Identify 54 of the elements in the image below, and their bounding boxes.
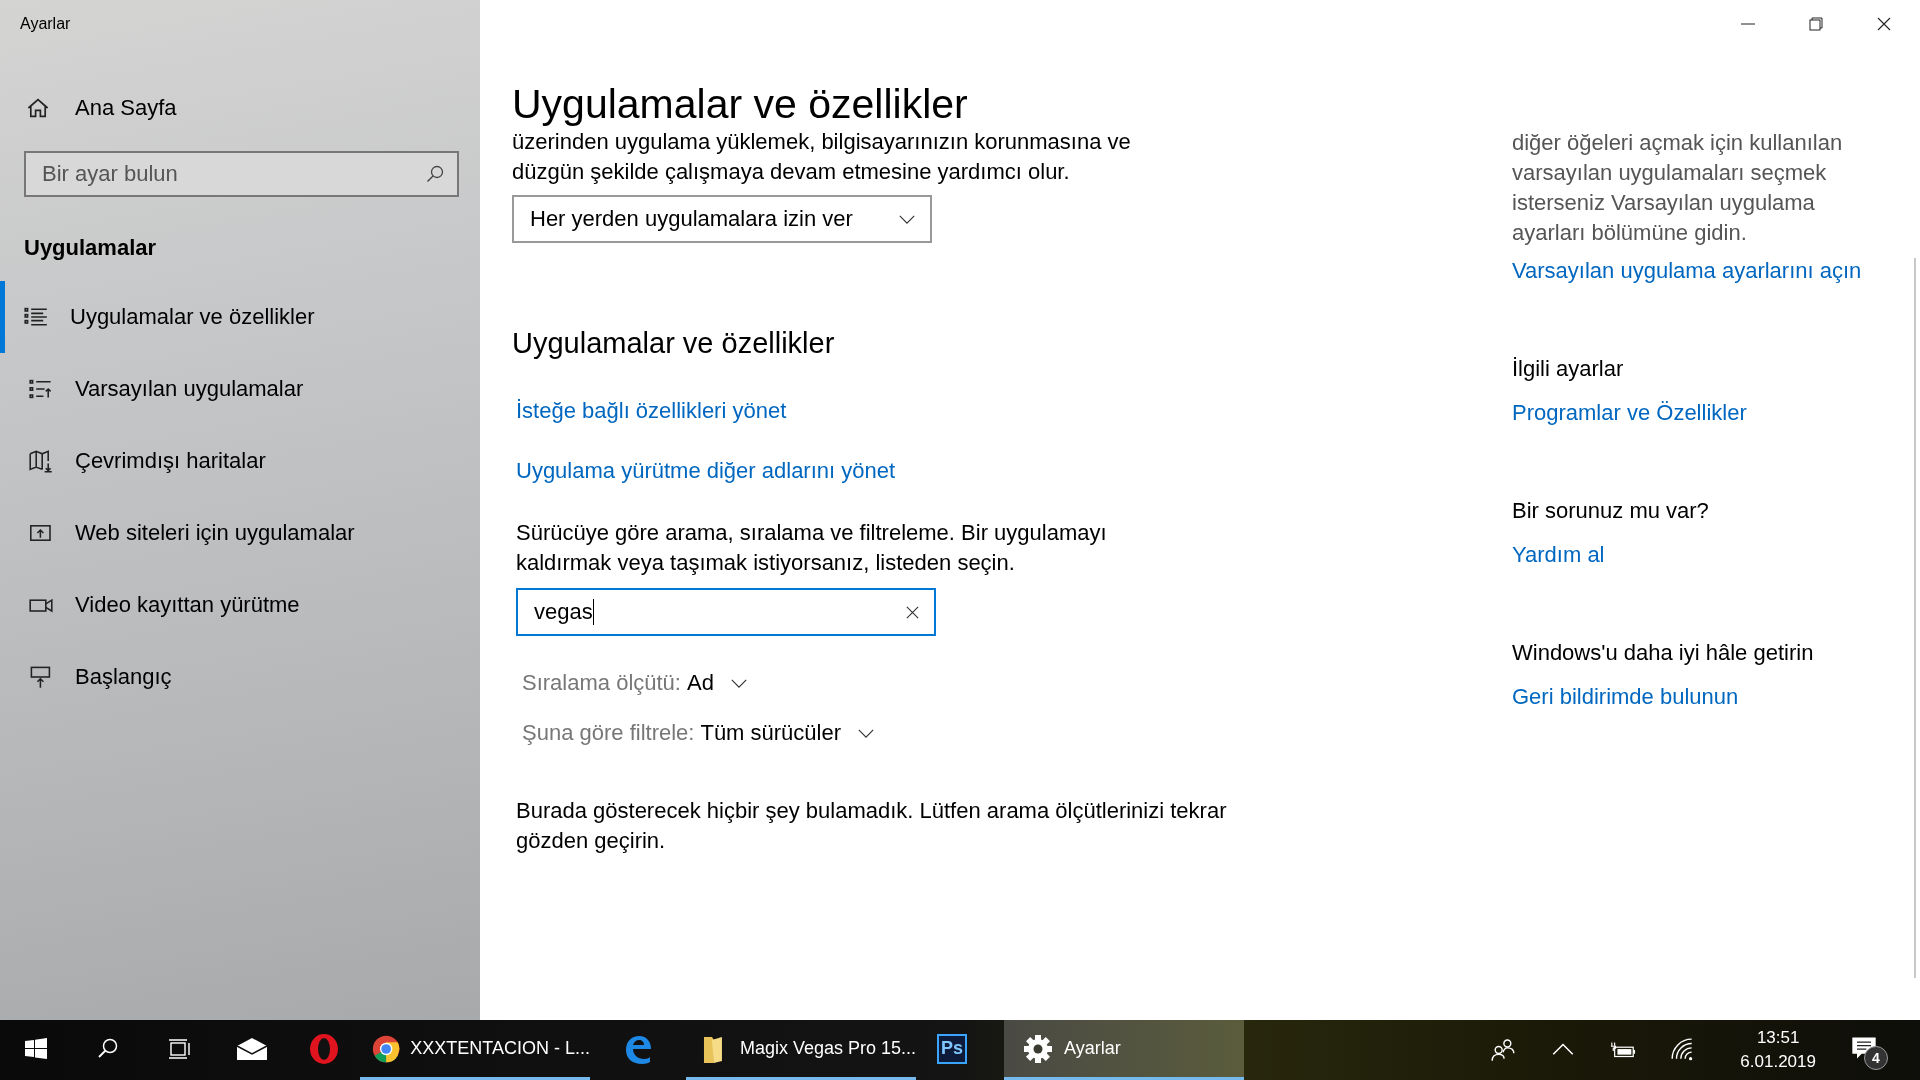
gear-icon	[1022, 1032, 1054, 1065]
task-view-icon	[168, 1036, 192, 1061]
clock-date[interactable]: 6.01.2019	[1740, 1052, 1816, 1072]
link[interactable]: Uygulama yürütme diğer adlarını yönet	[516, 458, 896, 485]
sidebar-item[interactable]: Çevrimdışı haritalar	[0, 425, 480, 497]
clear-icon[interactable]	[905, 604, 920, 620]
home-icon[interactable]	[26, 96, 50, 120]
people-icon[interactable]	[1490, 1037, 1517, 1063]
map-icon	[29, 449, 53, 473]
search-field[interactable]: vegas	[516, 588, 936, 637]
chevron-down-icon	[898, 213, 916, 225]
group-heading: İlgili ayarlar	[1512, 356, 1624, 382]
sidebar-item[interactable]: Video kayıttan yürütme	[0, 569, 480, 641]
windows-icon	[24, 1036, 48, 1061]
link[interactable]: Varsayılan uygulama ayarlarını açın	[1512, 258, 1862, 284]
group-heading: Windows'u daha iyi hâle getirin	[1512, 640, 1814, 666]
home-link[interactable]: Ana Sayfa	[75, 95, 177, 121]
link[interactable]: İsteğe bağlı özellikleri yönet	[516, 398, 787, 425]
group-heading: Bir sorunuz mu var?	[1512, 498, 1709, 524]
chevron-down-icon	[857, 727, 876, 739]
list-icon	[24, 305, 48, 329]
sidebar-item[interactable]: Web siteleri için uygulamalar	[0, 497, 480, 569]
clock-time[interactable]: 13:51	[1756, 1028, 1800, 1048]
info-text: diğer öğeleri açmak için kullanılan varsayılan uygulamaları seçmek isterseniz Varsayılan uygulama ayarları bölümüne gidin.	[1512, 129, 1844, 247]
list-arrow-icon	[29, 377, 53, 401]
text-cursor	[592, 599, 594, 626]
taskbar-button[interactable]: Ayarlar	[1004, 1020, 1244, 1080]
search-field[interactable]: Bir ayar bulun	[24, 151, 459, 197]
sort-dropdown[interactable]: Sıralama ölçütü: Ad	[512, 670, 748, 697]
chevron-down-icon	[729, 677, 748, 689]
description-text: Sürücüye göre arama, sıralama ve filtreleme. Bir uygulamayı kaldırmak veya taşımak istiyorsanız, listeden seçin.	[516, 519, 1108, 578]
sidebar-item[interactable]: Varsayılan uygulamalar	[0, 353, 480, 425]
monitor-arrow-icon	[29, 665, 53, 689]
sidebar-item[interactable]: Başlangıç	[0, 641, 480, 713]
intro-text: üzerinden uygulama yüklemek, bilgisayarınızın korunmasına ve düzgün şekilde çalışmaya devam etmesine yardımcı olur.	[512, 128, 1132, 187]
window-title: Ayarlar	[20, 15, 71, 33]
restore-icon[interactable]	[1806, 14, 1826, 34]
notification-badge: 4	[1864, 1046, 1888, 1070]
link[interactable]: Yardım al	[1512, 542, 1605, 568]
search-icon[interactable]	[425, 164, 445, 184]
photoshop-icon: Ps	[937, 1033, 967, 1064]
taskbar-button[interactable]: XXXTENTACION - L...	[360, 1020, 590, 1080]
link[interactable]: Programlar ve Özellikler	[1512, 400, 1747, 426]
link[interactable]: Geri bildirimde bulunun	[1512, 684, 1739, 710]
taskbar-button[interactable]: Ps	[916, 1020, 988, 1080]
page-title: Uygulamalar ve özellikler	[512, 82, 968, 128]
opera-icon	[308, 1032, 340, 1065]
install-dropdown[interactable]: Her yerden uygulamalara izin ver	[512, 195, 932, 244]
scrollbar[interactable]	[1914, 258, 1916, 978]
empty-message: Burada gösterecek hiçbir şey bulamadık. Lütfen arama ölçütlerinizi tekrar gözden geçirin.	[516, 797, 1228, 856]
taskbar-button[interactable]: Magix Vegas Pro 15...	[686, 1020, 916, 1080]
filter-dropdown[interactable]: Şuna göre filtrele: Tüm sürücüler	[512, 720, 876, 747]
section-heading: Uygulamalar ve özellikler	[512, 327, 835, 361]
section-heading: Uygulamalar	[24, 235, 157, 261]
